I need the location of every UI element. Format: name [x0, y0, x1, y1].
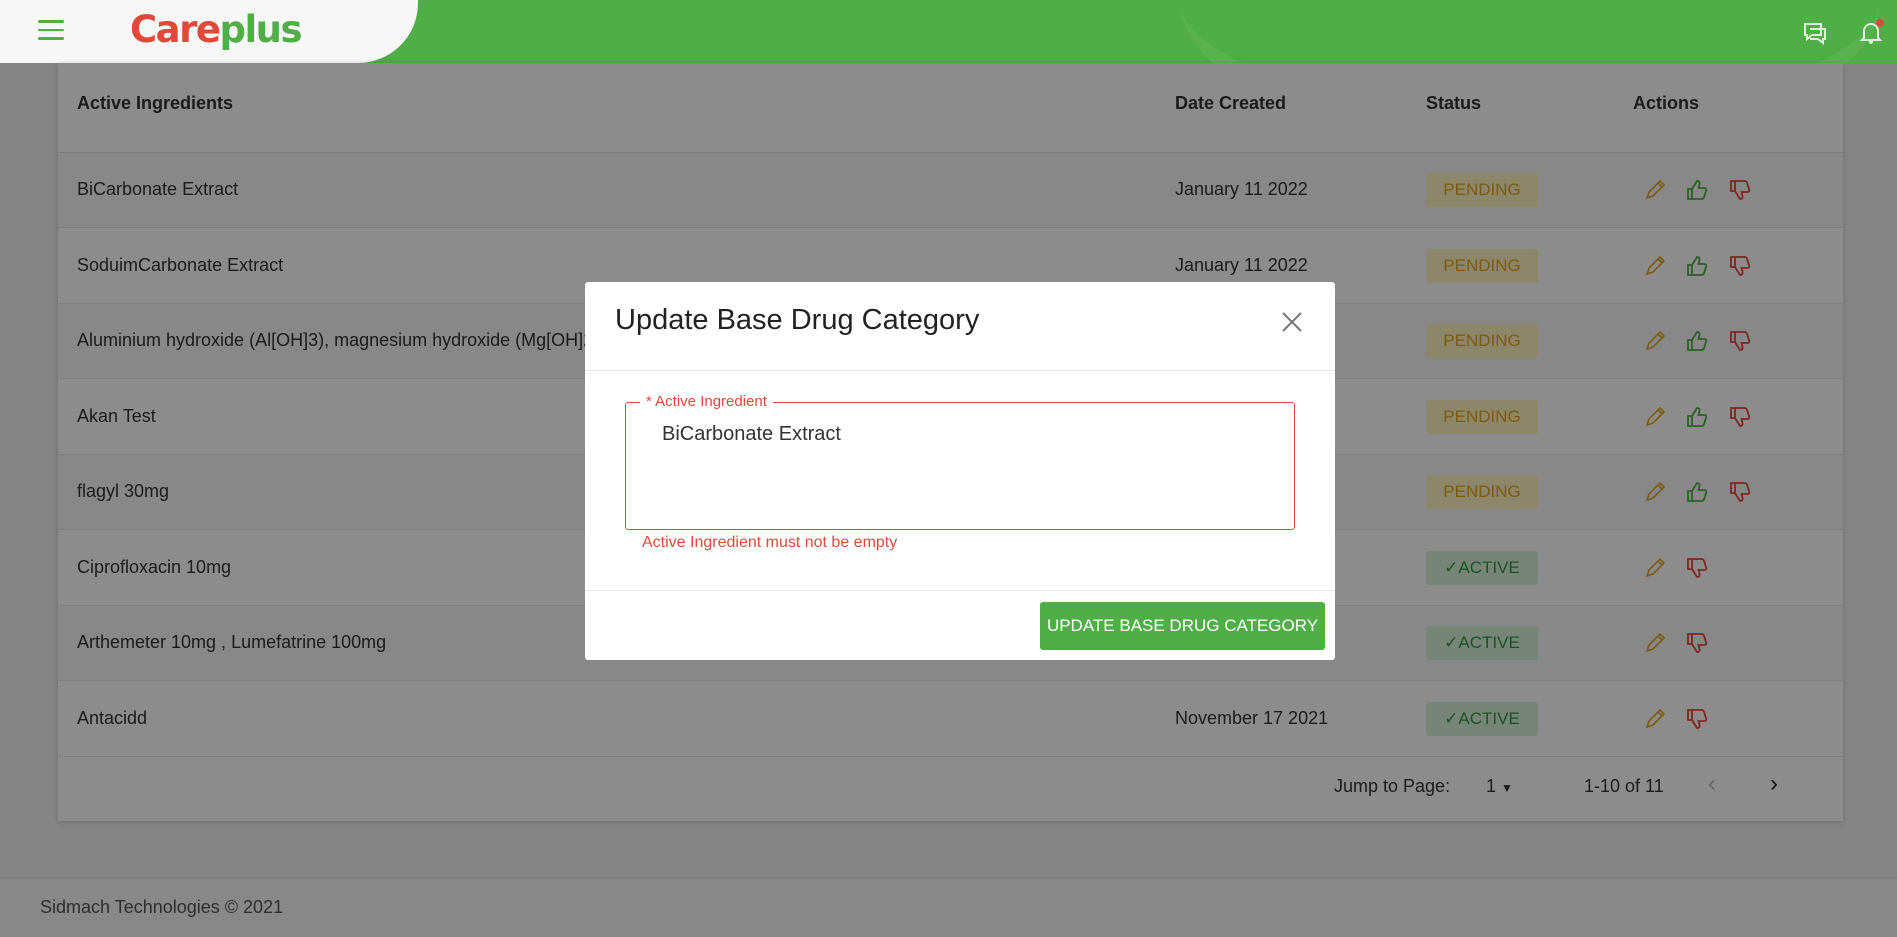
active-ingredient-input[interactable]: [662, 423, 1262, 446]
bell-icon[interactable]: [1856, 17, 1886, 47]
top-header: Careplus: [0, 0, 1897, 63]
update-category-modal: Update Base Drug Category * Active Ingre…: [585, 282, 1335, 660]
validation-error: Active Ingredient must not be empty: [642, 534, 898, 551]
header-decoration: [1180, 0, 1880, 63]
notification-dot: [1876, 19, 1884, 27]
update-button[interactable]: UPDATE BASE DRUG CATEGORY: [1040, 602, 1325, 650]
modal-title: Update Base Drug Category: [615, 304, 980, 336]
close-icon[interactable]: [1280, 310, 1304, 334]
modal-footer-divider: [585, 590, 1335, 591]
modal-header-divider: [585, 370, 1335, 371]
active-ingredient-label: * Active Ingredient: [640, 393, 773, 410]
hamburger-icon[interactable]: [38, 20, 64, 42]
chat-icon[interactable]: [1800, 17, 1830, 47]
active-ingredient-field: * Active Ingredient: [625, 393, 1295, 530]
brand-area: Careplus: [0, 0, 418, 63]
logo[interactable]: Careplus: [130, 8, 303, 51]
